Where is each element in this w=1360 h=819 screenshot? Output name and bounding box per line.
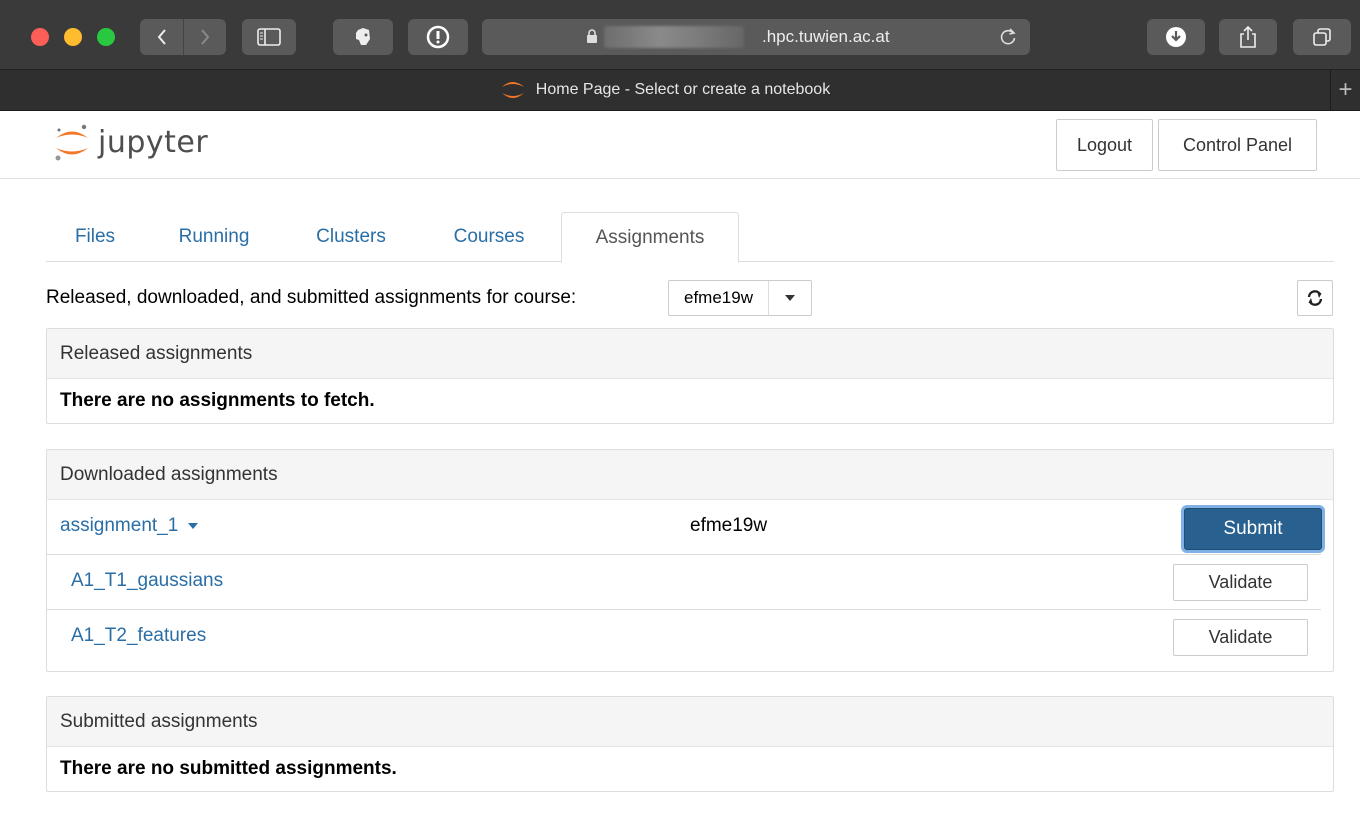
jupyter-logo[interactable]: jupyter	[54, 121, 208, 163]
tab-running[interactable]: Running	[164, 212, 264, 262]
notebook-row: A1_T2_features Validate	[47, 610, 1333, 665]
evernote-icon	[356, 28, 370, 45]
caret-down-icon[interactable]	[769, 281, 811, 315]
jupyter-favicon-icon	[501, 82, 524, 98]
notebook-row: A1_T1_gaussians Validate	[47, 555, 1321, 610]
refresh-button[interactable]	[1297, 280, 1333, 316]
forward-button[interactable]	[183, 19, 226, 55]
submitted-assignments-title: Submitted assignments	[47, 697, 1333, 747]
course-select[interactable]: efme19w	[668, 280, 812, 316]
notebook-link[interactable]: A1_T1_gaussians	[71, 570, 223, 592]
downloaded-assignments-title: Downloaded assignments	[47, 450, 1333, 500]
released-empty-message: There are no assignments to fetch.	[60, 390, 375, 411]
history-nav	[140, 19, 226, 55]
onepassword-icon	[426, 25, 450, 49]
assignment-name: assignment_1	[60, 515, 179, 536]
chevron-right-icon	[201, 29, 210, 45]
tab-files[interactable]: Files	[60, 212, 130, 262]
password-extension-button[interactable]	[408, 19, 468, 55]
assignment-toggle[interactable]: assignment_1	[60, 515, 199, 537]
course-select-value: efme19w	[669, 281, 769, 315]
jupyter-header: jupyter Logout Control Panel	[0, 111, 1360, 179]
browser-tab-bar: Home Page - Select or create a notebook …	[0, 70, 1360, 111]
released-assignments-panel: Released assignments There are no assign…	[46, 328, 1334, 424]
jupyter-logo-icon	[55, 124, 88, 161]
evernote-extension-button[interactable]	[333, 19, 393, 55]
address-bar[interactable]: .hpc.tuwien.ac.at	[482, 19, 1030, 55]
assignment-course: efme19w	[690, 515, 768, 536]
share-icon	[1240, 25, 1256, 48]
browser-tab[interactable]: Home Page - Select or create a notebook	[0, 70, 1330, 110]
logout-button[interactable]: Logout	[1056, 119, 1153, 171]
chevron-left-icon	[157, 29, 166, 45]
minimize-window-button[interactable]	[64, 28, 82, 46]
redacted-host	[604, 26, 744, 48]
close-window-button[interactable]	[31, 28, 49, 46]
notebook-link[interactable]: A1_T2_features	[71, 625, 206, 647]
sidebar-toggle-button[interactable]	[242, 19, 296, 55]
tab-assignments[interactable]: Assignments	[561, 212, 739, 263]
refresh-icon	[1307, 290, 1323, 306]
validate-button[interactable]: Validate	[1173, 619, 1308, 656]
submitted-empty-message: There are no submitted assignments.	[60, 758, 397, 779]
dashboard-tabs: Files Running Clusters Courses Assignmen…	[46, 212, 1334, 263]
assignment-row: assignment_1 efme19w Submit	[47, 500, 1322, 555]
downloads-button[interactable]	[1147, 19, 1205, 55]
tab-clusters[interactable]: Clusters	[298, 212, 404, 262]
reload-icon[interactable]	[998, 27, 1018, 47]
back-button[interactable]	[140, 19, 183, 55]
tab-courses[interactable]: Courses	[436, 212, 542, 262]
submit-button[interactable]: Submit	[1184, 508, 1322, 550]
course-selector-label: Released, downloaded, and submitted assi…	[46, 287, 577, 308]
browser-toolbar: .hpc.tuwien.ac.at	[0, 0, 1360, 70]
browser-tab-title: Home Page - Select or create a notebook	[535, 81, 831, 98]
lock-icon	[587, 29, 597, 43]
downloaded-assignments-panel: Downloaded assignments assignment_1 efme…	[46, 449, 1334, 672]
share-button[interactable]	[1219, 19, 1277, 55]
course-selector-row: Released, downloaded, and submitted assi…	[46, 280, 1334, 316]
tab-overview-button[interactable]	[1293, 19, 1351, 55]
jupyter-logo-text: jupyter	[98, 124, 209, 160]
new-tab-button[interactable]: +	[1330, 70, 1360, 110]
download-icon	[1166, 27, 1186, 47]
submitted-assignments-panel: Submitted assignments There are no submi…	[46, 696, 1334, 792]
sidebar-icon	[257, 28, 281, 46]
tabs-icon	[1313, 28, 1331, 46]
control-panel-button[interactable]: Control Panel	[1158, 119, 1317, 171]
released-assignments-title: Released assignments	[47, 329, 1333, 379]
url-text: .hpc.tuwien.ac.at	[762, 27, 890, 46]
zoom-window-button[interactable]	[97, 28, 115, 46]
validate-button[interactable]: Validate	[1173, 564, 1308, 601]
caret-down-icon	[187, 522, 198, 529]
